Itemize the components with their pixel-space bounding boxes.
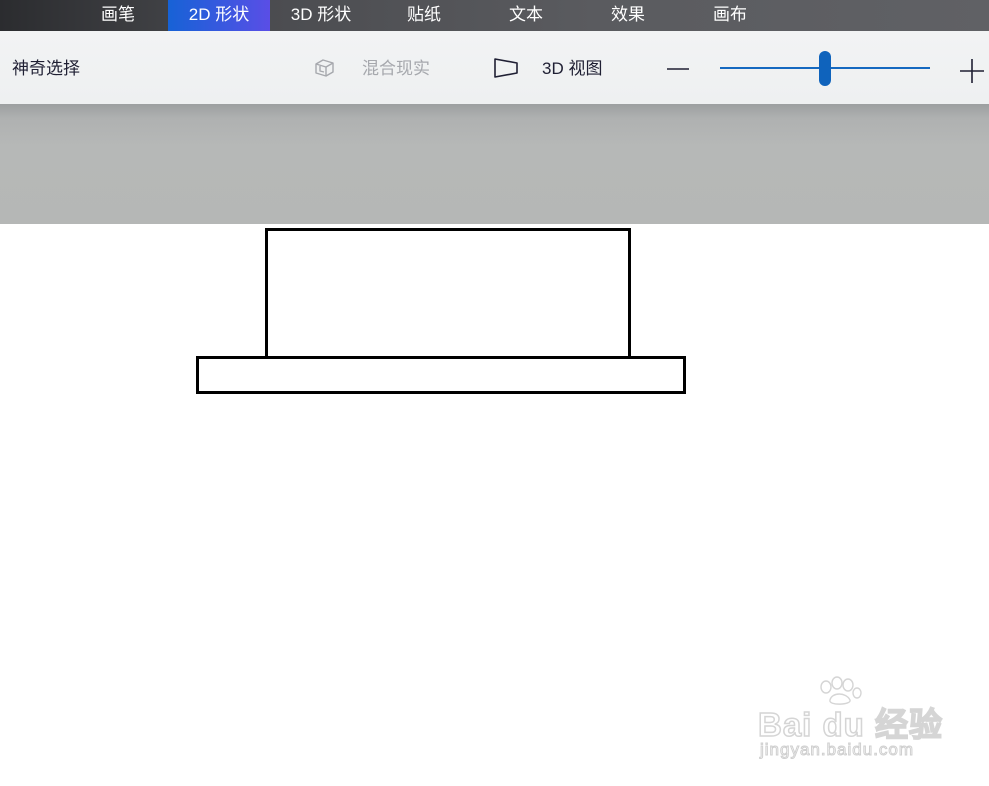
zoom-out-icon[interactable] — [664, 59, 692, 79]
tab-canvas[interactable]: 画布 — [690, 0, 770, 31]
zoom-in-icon[interactable] — [958, 57, 986, 85]
baidu-watermark: Bai du 经验 jingyan.baidu.com — [752, 676, 962, 771]
rectangle-shape-base[interactable] — [196, 356, 686, 394]
tab-3d-shapes[interactable]: 3D 形状 — [280, 0, 362, 31]
workspace-backdrop — [0, 104, 989, 224]
rectangle-shape-top[interactable] — [265, 228, 631, 360]
mixed-reality-icon — [315, 59, 334, 77]
tab-stickers[interactable]: 贴纸 — [384, 0, 464, 31]
zoom-slider-thumb[interactable] — [819, 51, 831, 86]
magic-select-button[interactable]: 神奇选择 — [12, 59, 80, 79]
toolbar: 神奇选择 混合现实 3D 视图 — [0, 31, 989, 105]
tab-text[interactable]: 文本 — [486, 0, 566, 31]
tab-effects[interactable]: 效果 — [588, 0, 668, 31]
watermark-brand: Bai du 经验 — [757, 705, 944, 744]
paint-3d-app: 画笔 2D 形状 3D 形状 贴纸 文本 效果 画布 神奇选择 混合现实 3D … — [0, 0, 989, 786]
3d-view-button[interactable]: 3D 视图 — [542, 59, 602, 79]
tab-brushes[interactable]: 画笔 — [78, 0, 158, 31]
top-menu-bar: 画笔 2D 形状 3D 形状 贴纸 文本 效果 画布 — [0, 0, 989, 31]
watermark-url: jingyan.baidu.com — [759, 740, 915, 760]
mixed-reality-button[interactable]: 混合现实 — [362, 59, 430, 79]
tab-2d-shapes[interactable]: 2D 形状 — [168, 0, 270, 31]
3d-view-icon — [494, 58, 518, 78]
